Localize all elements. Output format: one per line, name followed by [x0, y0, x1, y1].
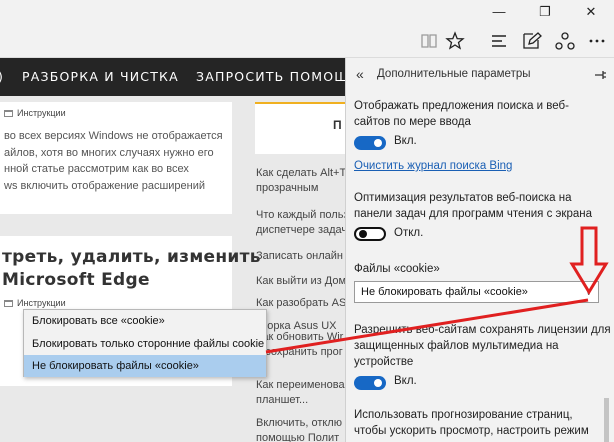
annotation-line	[265, 298, 589, 354]
annotation-down-arrow	[569, 226, 609, 295]
annotation-overlay	[265, 226, 609, 354]
